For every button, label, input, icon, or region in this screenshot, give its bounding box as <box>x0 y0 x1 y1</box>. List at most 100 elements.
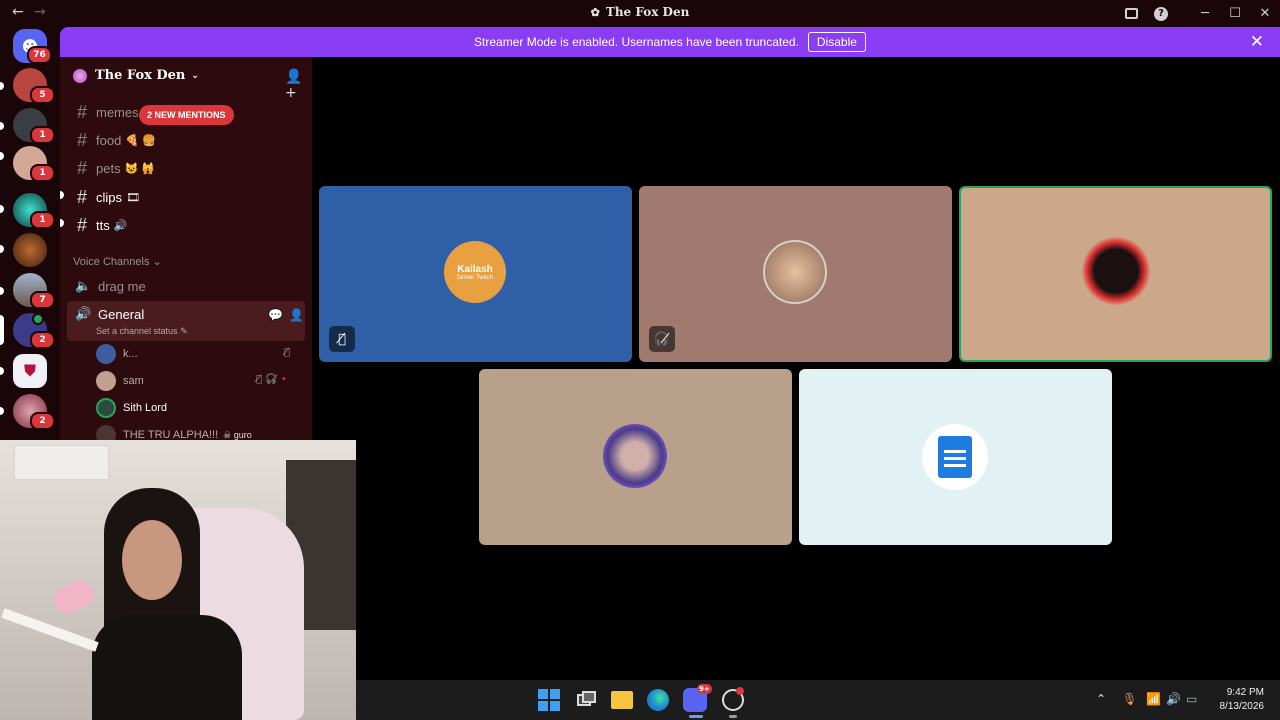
file-explorer-icon[interactable] <box>611 691 633 709</box>
chat-bubble-icon[interactable]: 💬 <box>268 308 283 322</box>
voice-user[interactable]: sam <box>96 371 144 391</box>
server-rail: ☻ 76 5 1 1 1 7 2 ⛊ 2 <box>0 27 60 440</box>
channel-name: food <box>96 133 122 148</box>
voice-channel-actions: 💬 👤 <box>268 308 304 322</box>
microphone-icon[interactable]: 🎙 <box>1122 692 1137 706</box>
server-icon[interactable]: 1 <box>13 193 55 229</box>
channel-status[interactable]: Set a channel status ✎ <box>96 326 188 337</box>
banner-text: Streamer Mode is enabled. Usernames have… <box>474 35 799 49</box>
server-icon[interactable]: ⛊ <box>13 354 47 388</box>
channel-pets[interactable]: # pets 😺 🙀 <box>75 158 155 179</box>
inbox-icon <box>1124 8 1138 19</box>
guild-tag-text: guro <box>233 429 252 440</box>
unread-pill <box>0 205 4 213</box>
new-mentions-pill[interactable]: 2 NEW MENTIONS <box>139 105 234 125</box>
server-icon[interactable] <box>13 233 47 267</box>
volume-icon[interactable]: 🔊 <box>1166 692 1181 706</box>
voice-tile-tts[interactable] <box>799 369 1112 545</box>
active-app-indicator <box>689 715 703 718</box>
muted-deafened-icons: 🎙̸ 🎧̸ • <box>256 374 287 385</box>
chevron-down-icon: ⌄ <box>191 70 199 81</box>
unread-pill <box>0 82 4 90</box>
channel-food[interactable]: # food 🍕 🍔 <box>75 130 156 151</box>
server-badge: 1 <box>30 126 55 144</box>
maximize-button[interactable]: ☐ <box>1220 0 1250 27</box>
mic-arm <box>1 608 99 652</box>
clock-time: 9:42 PM <box>1226 687 1264 698</box>
battery-icon[interactable]: ▭ <box>1186 692 1197 706</box>
server-badge: 1 <box>30 164 55 182</box>
minimize-button[interactable]: ─ <box>1190 0 1220 27</box>
unread-pill <box>0 407 4 415</box>
inbox-button[interactable] <box>1116 0 1146 27</box>
voice-tile-kailash[interactable]: Kailash farmer Twitch 🎙̸ <box>319 186 632 362</box>
avatar-sublabel: farmer Twitch <box>457 274 493 281</box>
unread-indicator <box>60 191 64 199</box>
window-title-text: The Fox Den <box>605 5 690 19</box>
discord-taskbar-icon[interactable]: 9+ <box>683 684 712 712</box>
close-window-button[interactable]: ✕ <box>1250 0 1280 27</box>
obs-icon[interactable] <box>722 687 744 711</box>
channel-name: clips <box>96 190 123 205</box>
wifi-icon[interactable]: 📶 <box>1146 692 1161 706</box>
voice-tile-sith-lord[interactable] <box>959 186 1272 362</box>
voice-user[interactable]: k... <box>96 344 138 364</box>
server-badge: 7 <box>30 291 55 309</box>
channel-name: memes <box>96 105 139 120</box>
streamer-body <box>92 615 242 720</box>
chevron-up-icon[interactable]: ⌃ <box>1096 692 1106 706</box>
avatar <box>763 240 827 304</box>
deafened-icon: 🎧̸ <box>649 326 675 352</box>
server-icon[interactable]: 1 <box>13 108 55 144</box>
taskbar: 9+ ⌃ 🎙 📶 🔊 ▭ 9:42 PM 8/13/2026 <box>356 680 1280 720</box>
voice-channel-drag-me[interactable]: 🔈 drag me <box>75 278 146 294</box>
voice-user-name: sam <box>123 375 144 387</box>
server-icon-fox-den[interactable]: 2 <box>13 313 55 349</box>
close-icon[interactable]: ✕ <box>1250 32 1264 52</box>
server-icon[interactable]: 2 <box>13 394 55 430</box>
voice-category[interactable]: Voice Channels ⌄ <box>73 255 162 268</box>
server-icon[interactable]: 7 <box>13 273 55 309</box>
unread-pill <box>0 152 4 160</box>
disable-button[interactable]: Disable <box>807 32 866 52</box>
voice-tile-alpha[interactable] <box>479 369 792 545</box>
unread-pill <box>0 287 4 295</box>
guild-header[interactable]: The Fox Den ⌄ <box>73 68 199 83</box>
microphone <box>50 576 98 618</box>
help-button[interactable]: ? <box>1146 0 1176 27</box>
server-badge: 1 <box>30 211 55 229</box>
unread-pill <box>0 122 4 130</box>
add-user-icon[interactable]: 👤 <box>289 308 304 322</box>
start-button[interactable] <box>538 689 560 711</box>
invite-icon[interactable]: 👤+ <box>285 69 312 101</box>
voice-channel-name: General <box>98 306 145 322</box>
home-button[interactable]: ☻ 76 <box>13 29 52 64</box>
webcam-overlay <box>0 440 356 720</box>
home-badge: 76 <box>27 46 52 64</box>
avatar <box>1082 237 1150 305</box>
guild-name: The Fox Den <box>95 68 186 83</box>
status-text: Set a channel status <box>96 326 178 336</box>
voice-channel-general[interactable]: 🔊 General <box>75 306 144 322</box>
voice-user-name: Sith Lord <box>123 402 168 414</box>
edge-browser-icon[interactable] <box>647 689 669 711</box>
avatar <box>603 424 667 488</box>
voice-user[interactable]: Sith Lord <box>96 398 167 418</box>
task-view-icon[interactable] <box>575 689 597 711</box>
channel-clips[interactable]: # clips 🎞 <box>60 187 140 208</box>
system-clock[interactable]: 9:42 PM 8/13/2026 <box>1220 686 1265 714</box>
avatar <box>96 398 116 418</box>
mic-muted-icon: 🎙̸ <box>329 326 355 352</box>
server-icon[interactable]: 1 <box>13 146 55 182</box>
app-root: ← → ✿ The Fox Den ? ─ ☐ ✕ ☻ 76 5 1 1 1 7… <box>0 0 1280 720</box>
channel-memes[interactable]: # memes <box>75 102 139 123</box>
channel-tts[interactable]: # tts 🔊 <box>60 215 127 236</box>
avatar: Kailash farmer Twitch <box>444 241 506 303</box>
voice-tile-sam[interactable]: 🎧̸ <box>639 186 952 362</box>
voice-channel-name: drag me <box>98 278 146 294</box>
speaker-icon: 🔊 <box>75 306 92 321</box>
voice-active-icon <box>32 313 44 325</box>
speaker-icon: 🔈 <box>75 278 92 293</box>
server-icon[interactable]: 5 <box>13 68 55 104</box>
help-icon: ? <box>1154 6 1168 21</box>
